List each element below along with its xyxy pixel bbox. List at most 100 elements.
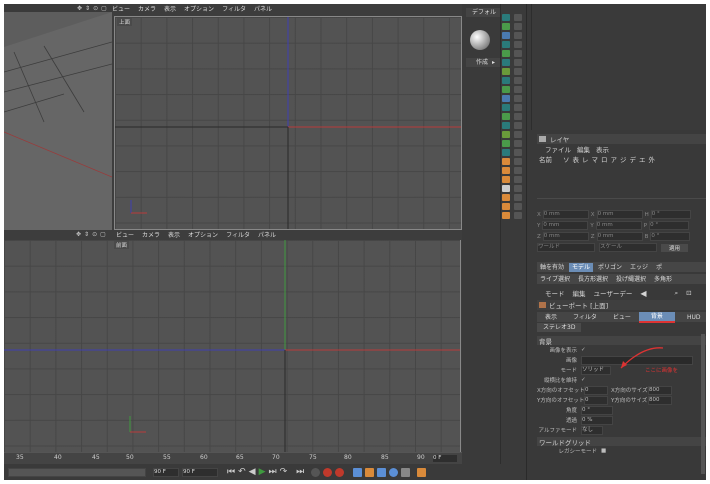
menu-view[interactable]: ビュー — [116, 230, 134, 239]
move-view-icon[interactable]: ✥ — [76, 231, 81, 238]
layer-column-manager[interactable]: マ — [592, 154, 599, 164]
param-key-icon[interactable] — [389, 467, 399, 477]
tool-icon[interactable] — [502, 203, 510, 210]
tool-icon[interactable] — [514, 59, 522, 66]
record-icon[interactable] — [323, 467, 333, 477]
tool-icon[interactable] — [514, 86, 522, 93]
go-start-icon[interactable]: ⏮ — [227, 467, 235, 477]
tool-icon[interactable] — [502, 185, 510, 192]
tool-icon[interactable] — [514, 95, 522, 102]
mode-edge[interactable]: エッジ — [627, 263, 651, 272]
y-size-field[interactable]: 800 — [648, 395, 672, 405]
top-viewport[interactable]: 上面 — [114, 16, 462, 230]
attr-tab-stereo[interactable]: ステレオ3D — [537, 322, 582, 332]
pan-icon[interactable]: ⇕ — [84, 231, 89, 238]
search-icon[interactable]: ⌕ — [675, 289, 679, 298]
tool-icon[interactable] — [514, 32, 522, 39]
menu-options[interactable]: オプション — [184, 4, 214, 13]
layer-column-expressions[interactable]: エ — [639, 154, 646, 164]
x-offset-field[interactable]: 0 — [584, 385, 608, 395]
pan-icon[interactable]: ⇕ — [85, 5, 90, 12]
menu-options[interactable]: オプション — [188, 230, 218, 239]
tool-icon[interactable] — [502, 158, 510, 165]
tool-icon[interactable] — [514, 185, 522, 192]
lock-icon[interactable]: ⊡ — [686, 289, 691, 297]
move-key-icon[interactable] — [353, 467, 363, 477]
maximize-icon[interactable]: ▢ — [101, 5, 107, 12]
mode-model[interactable]: モデル — [569, 262, 594, 272]
rectangle-selection-tab[interactable]: 長方形選択 — [575, 275, 611, 284]
menu-filter[interactable]: フィルタ — [226, 230, 250, 239]
layer-column-deformers[interactable]: デ — [630, 154, 637, 164]
legacy-mode-checkbox[interactable]: ■ — [601, 448, 606, 454]
coord-position-x[interactable]: 0 mm — [542, 210, 589, 219]
tool-icon[interactable] — [502, 212, 510, 219]
y-offset-field[interactable]: 0 — [584, 395, 608, 405]
coord-rotation-p[interactable]: 0 ° — [649, 221, 690, 230]
tool-icon[interactable] — [502, 95, 510, 102]
layer-column-solo[interactable]: ソ — [563, 154, 570, 164]
layer-column-render[interactable]: レ — [582, 154, 589, 164]
maximize-icon[interactable]: ▢ — [100, 231, 106, 238]
play-back-icon[interactable]: ◀ — [249, 467, 256, 477]
attr-tab-display[interactable]: 表示 — [537, 313, 565, 322]
tool-icon[interactable] — [502, 32, 510, 39]
transparency-field[interactable]: 0 % — [581, 415, 613, 425]
menu-camera[interactable]: カメラ — [142, 230, 160, 239]
x-size-field[interactable]: 800 — [648, 385, 672, 395]
tool-icon[interactable] — [514, 50, 522, 57]
tool-icon[interactable] — [502, 194, 510, 201]
tool-icon[interactable] — [502, 86, 510, 93]
layer-menu-file[interactable]: ファイル — [545, 144, 571, 154]
layer-menu-view[interactable]: 表示 — [596, 144, 609, 154]
tool-icon[interactable] — [502, 23, 510, 30]
mode-dropdown[interactable]: ソリッド — [581, 365, 611, 375]
coord-size-z[interactable]: 0 mm — [596, 232, 643, 241]
keep-ratio-checkbox[interactable]: ✓ — [581, 377, 586, 383]
front-viewport[interactable]: 前面 — [4, 240, 461, 452]
mode-point[interactable]: ポ — [653, 263, 665, 272]
autokey-icon[interactable] — [335, 467, 345, 477]
mode-axis-enable[interactable]: 軸を有効 — [537, 263, 567, 272]
attr-menu-mode[interactable]: モード — [545, 288, 565, 298]
menu-panel[interactable]: パネル — [254, 4, 272, 13]
layer-menu-edit[interactable]: 編集 — [577, 144, 590, 154]
zoom-icon[interactable]: ⊙ — [92, 231, 97, 238]
tool-icon[interactable] — [502, 68, 510, 75]
tool-icon[interactable] — [514, 212, 522, 219]
tool-icon[interactable] — [514, 158, 522, 165]
layer-column-view[interactable]: 表 — [573, 154, 580, 164]
timeline-menu-icon[interactable] — [417, 467, 427, 477]
tool-icon[interactable] — [514, 104, 522, 111]
lasso-selection-tab[interactable]: 投げ縄選択 — [613, 275, 649, 284]
attr-menu-edit[interactable]: 編集 — [573, 288, 586, 298]
tool-icon[interactable] — [502, 77, 510, 84]
tool-icon[interactable] — [502, 50, 510, 57]
alpha-mode-dropdown[interactable]: なし — [581, 425, 603, 435]
default-sphere-icon[interactable] — [470, 30, 490, 50]
menu-display[interactable]: 表示 — [164, 4, 176, 13]
pla-key-icon[interactable] — [401, 467, 411, 477]
attr-scrollbar[interactable] — [701, 334, 705, 474]
coord-size-x[interactable]: 0 mm — [596, 210, 643, 219]
tool-icon[interactable] — [514, 68, 522, 75]
tool-icon[interactable] — [502, 149, 510, 156]
tool-icon[interactable] — [514, 122, 522, 129]
apply-button[interactable]: 適用 — [661, 243, 689, 252]
tool-icon[interactable] — [502, 131, 510, 138]
menu-filter[interactable]: フィルタ — [222, 4, 246, 13]
tool-icon[interactable] — [514, 194, 522, 201]
zoom-icon[interactable]: ⊙ — [93, 5, 98, 12]
tool-icon[interactable] — [514, 149, 522, 156]
perspective-viewport[interactable] — [4, 12, 112, 236]
tool-icon[interactable] — [502, 113, 510, 120]
create-menu[interactable]: 作成 ▸ — [466, 58, 500, 67]
next-frame-icon[interactable]: ⏭ — [269, 467, 277, 477]
layer-column-xrefs[interactable]: 外 — [649, 154, 656, 164]
mode-polygon[interactable]: ポリゴン — [595, 263, 625, 272]
tool-icon[interactable] — [514, 77, 522, 84]
coord-position-z[interactable]: 0 mm — [542, 232, 589, 241]
tool-icon[interactable] — [514, 41, 522, 48]
move-view-icon[interactable]: ✥ — [77, 5, 82, 12]
coord-position-y[interactable]: 0 mm — [542, 221, 589, 230]
